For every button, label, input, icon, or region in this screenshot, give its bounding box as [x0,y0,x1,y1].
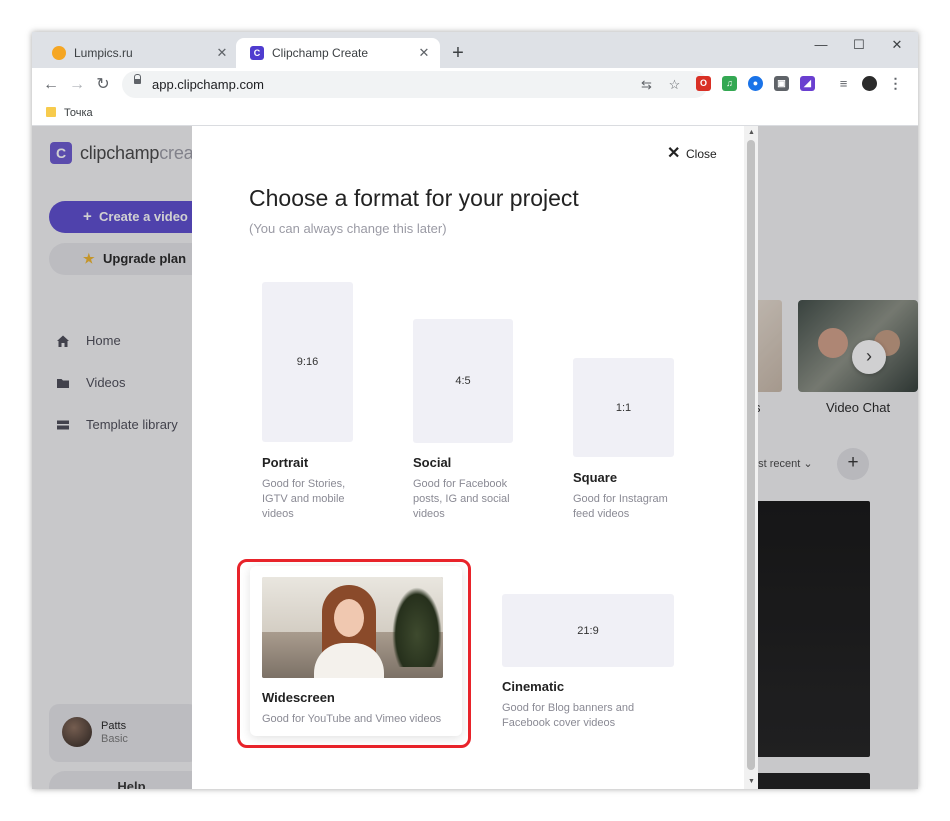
back-arrow-icon[interactable]: ← [40,74,62,96]
description-line: Facebook cover videos [502,717,616,729]
ratio-label: 21:9 [577,624,599,637]
reload-icon[interactable]: ↻ [92,74,114,96]
browser-window: Lumpics.ru ✕ C Clipchamp Create ✕ + — ☐ … [32,32,918,789]
scroll-down-arrow-icon[interactable]: ▼ [748,778,755,785]
close-window-button[interactable]: ✕ [878,32,916,58]
clipchamp-favicon-icon: C [250,46,264,60]
ratio-label: 1:1 [615,401,632,414]
scrollbar-thumb[interactable] [747,140,755,770]
description-line: Good for Blog banners and [502,702,635,714]
ratio-label: 9:16 [296,356,319,368]
ratio-label: 4:5 [455,375,471,387]
description-line: Good for Facebook [413,478,508,490]
opera-extension-icon[interactable]: O [696,76,711,91]
music-extension-icon[interactable]: ♫ [722,76,737,91]
minimize-button[interactable]: — [802,32,840,58]
format-description-portrait: Good for Stories, IGTV and mobile videos [262,477,345,522]
cube-extension-icon[interactable]: ▣ [774,76,789,91]
new-tab-button[interactable]: + [446,42,470,66]
lock-icon [134,74,141,84]
url-text[interactable]: app.clipchamp.com [152,71,264,98]
format-name-social[interactable]: Social [413,455,451,470]
browser-toolbar: ← → ↻ app.clipchamp.com ⇆ ☆ O ♫ ● ▣ ◢ ≡ … [32,68,918,101]
close-tab-icon[interactable]: ✕ [416,45,432,61]
page-content: C clipchampcreate + Create a video ★ Upg… [32,126,918,789]
tab-lumpics[interactable]: Lumpics.ru ✕ [38,38,238,68]
bookmark-star-icon[interactable]: ☆ [666,76,683,93]
media-control-icon[interactable]: ≡ [836,76,851,91]
lumpics-favicon-icon [52,46,66,60]
description-line: videos [413,508,445,520]
format-name-portrait[interactable]: Portrait [262,455,308,470]
tab-clipchamp[interactable]: C Clipchamp Create ✕ [236,38,440,68]
tab-strip: Lumpics.ru ✕ C Clipchamp Create ✕ + — ☐ … [32,32,918,68]
square-format-preview[interactable]: 1:1 [573,358,674,457]
close-tab-icon[interactable]: ✕ [214,45,230,61]
description-line: Good for Stories, [262,478,346,490]
bookmarks-bar: Точка [32,101,918,126]
cinematic-format-preview[interactable]: 21:9 [502,594,674,667]
description-line: Good for Instagram [573,493,668,505]
format-description-cinematic: Good for Blog banners and Facebook cover… [502,701,634,731]
modal-subtitle: (You can always change this later) [249,221,447,236]
portrait-format-preview[interactable]: 9:16 [262,282,353,442]
description-line: feed videos [573,508,630,520]
description-line: IGTV and mobile [262,493,345,505]
format-modal: ✕ Close Choose a format for your project… [192,126,758,789]
vpn-extension-icon[interactable]: ● [748,76,763,91]
highlight-annotation [237,559,471,748]
close-button[interactable]: Close [686,146,717,162]
forward-arrow-icon[interactable]: → [66,74,88,96]
address-bar[interactable]: app.clipchamp.com ⇆ ☆ [122,71,708,98]
menu-dots-icon[interactable]: ⋮ [888,76,903,91]
format-description-square: Good for Instagram feed videos [573,492,668,522]
tab-title: Clipchamp Create [272,46,369,60]
format-name-cinematic[interactable]: Cinematic [502,679,564,694]
translate-icon[interactable]: ⇆ [638,76,655,93]
modal-title: Choose a format for your project [249,185,579,211]
folder-icon [46,107,56,117]
social-format-preview[interactable]: 4:5 [413,319,513,443]
purple-extension-icon[interactable]: ◢ [800,76,815,91]
maximize-button[interactable]: ☐ [840,32,878,58]
bookmark-tochka[interactable]: Точка [64,101,93,125]
description-line: videos [262,508,294,520]
description-line: posts, IG and social [413,493,510,505]
profile-avatar-icon[interactable] [862,76,877,91]
close-icon[interactable]: ✕ [667,146,680,162]
format-description-social: Good for Facebook posts, IG and social v… [413,477,510,522]
tab-title: Lumpics.ru [74,46,133,60]
format-name-square[interactable]: Square [573,470,617,485]
scroll-up-arrow-icon[interactable]: ▲ [748,129,755,136]
